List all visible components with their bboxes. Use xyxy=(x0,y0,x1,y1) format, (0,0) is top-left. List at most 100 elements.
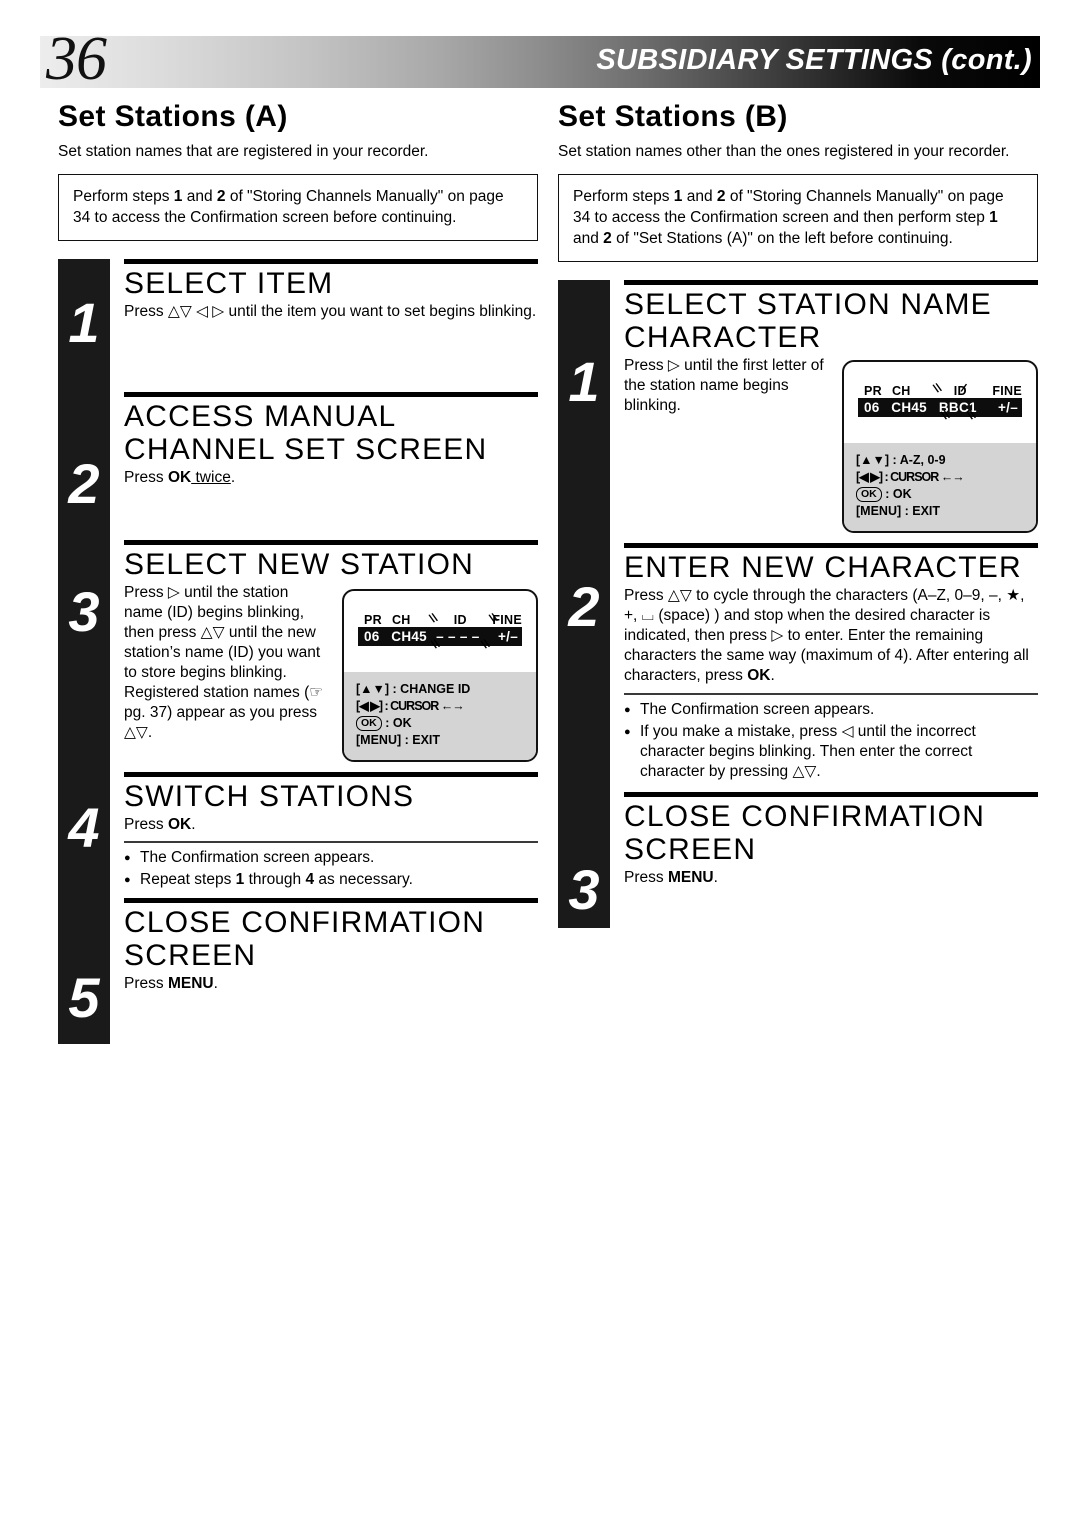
tv-screen-spacer-a xyxy=(344,646,536,672)
osd-col-pr: PR xyxy=(364,613,382,627)
period: . xyxy=(191,816,196,833)
note-text-part4: and xyxy=(573,230,604,247)
note-step-2: 2 xyxy=(716,188,726,205)
steps-list-a: 1 SELECT ITEM Press △▽ ◁ ▷ until the ite… xyxy=(68,259,538,1054)
step-heading-select-item: SELECT ITEM xyxy=(124,267,334,300)
sub-divider xyxy=(624,693,1038,695)
step-1-a: 1 SELECT ITEM Press △▽ ◁ ▷ until the ite… xyxy=(68,259,538,392)
period: . xyxy=(770,667,775,684)
step-heading-access-manual: ACCESS MANUAL CHANNEL SET SCREEN xyxy=(124,400,488,466)
key-legend-ok-text: : OK xyxy=(385,716,412,730)
ok-glyph-icon: OK xyxy=(856,487,882,502)
step3-paragraph-2-pre: Registered station names ( xyxy=(124,684,310,701)
document-page: 36 SUBSIDIARY SETTINGS (cont.) Set Stati… xyxy=(0,0,1080,1526)
osd-col-id: ID xyxy=(453,613,467,627)
tv-screen-figure-a: PR CH ID FINE 06 CH45 – – – – +/– \\ \\ … xyxy=(342,589,538,762)
step-2-b: 2 ENTER NEW CHARACTER Press △▽ to cycle … xyxy=(568,543,1038,782)
note-step-2: 2 xyxy=(216,188,226,205)
step-divider xyxy=(624,792,1038,797)
ok-button-label: OK xyxy=(167,816,192,833)
section-lede-b: Set station names other than the ones re… xyxy=(558,143,1010,160)
key-legend-ok: OK : OK xyxy=(356,715,524,732)
tv-key-legend-b: [▲▼] : A-Z, 0-9 [◀ ▶] : CURSOR ←→ OK : O… xyxy=(844,443,1036,531)
step-body-close-confirmation-b: Press MENU. xyxy=(624,868,1038,938)
osd-value-row-a: 06 CH45 – – – – +/– xyxy=(358,627,522,646)
press-label: Press xyxy=(124,975,168,992)
key-legend-menu: [MENU] : EXIT xyxy=(856,504,941,518)
bullet-confirmation: The Confirmation screen appears. xyxy=(124,848,538,868)
prerequisite-note-b: Perform steps 1 and 2 of "Storing Channe… xyxy=(558,174,1038,262)
bullet-confirmation: The Confirmation screen appears. xyxy=(624,700,1038,720)
osd-wrap-b: PR CH ID FINE 06 CH45 BBC1 +/– \\ / \\ \… xyxy=(858,380,1022,423)
bullet-repeat-step1: 1 xyxy=(235,871,245,888)
step3-paragraph-1: Press ▷ until the station name (ID) begi… xyxy=(124,584,321,681)
step-heading-enter-new-character: ENTER NEW CHARACTER xyxy=(624,551,1022,584)
step-heading-switch-stations: SWITCH STATIONS xyxy=(124,780,415,813)
key-legend-ok-text: : OK xyxy=(885,487,912,501)
tv-screen-top-a: PR CH ID FINE 06 CH45 – – – – +/– \\ \\ … xyxy=(344,591,536,672)
press-label: Press xyxy=(124,816,168,833)
key-legend-updown: [▲▼] : CHANGE ID xyxy=(356,682,471,696)
key-legend-leftright: [◀ ▶] : CURSOR ←→ xyxy=(856,470,965,484)
step-body-close-confirmation-a: Press MENU. xyxy=(124,974,538,1054)
step-3-a: 3 SELECT NEW STATION PR CH ID FINE 06 CH… xyxy=(68,540,538,772)
osd-val-ch: CH45 xyxy=(391,629,427,644)
tv-key-legend-a: [▲▼] : CHANGE ID [◀ ▶] : CURSOR ←→ OK : … xyxy=(344,672,536,760)
key-legend-updown: [▲▼] : A-Z, 0-9 xyxy=(856,453,946,467)
steps-container-a: 1 SELECT ITEM Press △▽ ◁ ▷ until the ite… xyxy=(58,259,538,1054)
bullet-repeat-step4: 4 xyxy=(305,871,315,888)
menu-button-label: MENU xyxy=(667,869,714,886)
tv-screen-spacer-b xyxy=(844,417,1036,443)
ok-button-label: OK xyxy=(167,469,192,486)
steps-container-b: 1 SELECT STATION NAME CHARACTER PR CH ID… xyxy=(558,280,1038,938)
sub-divider xyxy=(124,841,538,843)
steps-list-b: 1 SELECT STATION NAME CHARACTER PR CH ID… xyxy=(568,280,1038,938)
period: . xyxy=(213,975,218,992)
ok-glyph-icon: OK xyxy=(356,716,382,731)
osd-val-ch: CH45 xyxy=(891,400,927,415)
note-step-2b: 2 xyxy=(603,230,612,247)
step-heading-close-confirmation-a: CLOSE CONFIRMATION SCREEN xyxy=(124,906,486,972)
section-title-a: Set Stations (A) xyxy=(58,100,288,133)
column-set-stations-b: Set Stations (B) Set station names other… xyxy=(558,100,1038,938)
osd-val-id: – – – – xyxy=(436,629,480,644)
menu-button-label: MENU xyxy=(167,975,214,992)
step-3-b: 3 CLOSE CONFIRMATION SCREEN Press MENU. xyxy=(568,792,1038,938)
column-set-stations-a: Set Stations (A) Set station names that … xyxy=(58,100,538,1054)
step-2-a: 2 ACCESS MANUAL CHANNEL SET SCREEN Press… xyxy=(68,392,538,540)
step-divider xyxy=(124,540,538,545)
step-divider xyxy=(624,280,1038,285)
step-body-enter-new-character: Press △▽ to cycle through the characters… xyxy=(624,586,1038,686)
note-text-part2: and xyxy=(182,188,217,205)
note-text-part1: Perform steps xyxy=(573,188,674,205)
step-body-switch-stations: Press OK. xyxy=(124,815,538,835)
tv-screen-top-b: PR CH ID FINE 06 CH45 BBC1 +/– \\ / \\ \… xyxy=(844,362,1036,443)
pointing-hand-icon: ☞ xyxy=(309,684,324,701)
key-legend-leftright: [◀ ▶] : CURSOR ←→ xyxy=(356,699,465,713)
step-divider xyxy=(124,898,538,903)
tv-screen-figure-b: PR CH ID FINE 06 CH45 BBC1 +/– \\ / \\ \… xyxy=(842,360,1038,533)
osd-val-pr: 06 xyxy=(864,400,880,415)
osd-val-pr: 06 xyxy=(364,629,380,644)
step-body-access-manual: Press OK twice. xyxy=(124,468,538,540)
step-heading-close-confirmation-b: CLOSE CONFIRMATION SCREEN xyxy=(624,800,986,866)
step-4-bullets: The Confirmation screen appears. Repeat … xyxy=(124,848,538,890)
prerequisite-note-a: Perform steps 1 and 2 of "Storing Channe… xyxy=(58,174,538,241)
step-1-b: 1 SELECT STATION NAME CHARACTER PR CH ID… xyxy=(568,280,1038,543)
step-body-select-station-name-character: Press ▷ until the first letter of the st… xyxy=(624,357,824,414)
osd-col-fine: FINE xyxy=(992,384,1022,398)
press-label: Press xyxy=(124,469,168,486)
page-header: 36 SUBSIDIARY SETTINGS (cont.) xyxy=(40,28,1040,90)
note-step-1b: 1 xyxy=(989,209,998,226)
note-text-part5: of "Set Stations (A)" on the left before… xyxy=(611,230,953,247)
step-2-bullets: The Confirmation screen appears. If you … xyxy=(624,700,1038,782)
enter-character-instructions: Press △▽ to cycle through the characters… xyxy=(624,587,1029,684)
step-body-select-item: Press △▽ ◁ ▷ until the item you want to … xyxy=(124,303,537,320)
step-number-bar-a xyxy=(58,259,110,1044)
step3-paragraph-2-post: pg. 37) appear as you press △▽. xyxy=(124,704,318,741)
step-divider xyxy=(624,543,1038,548)
bullet-mistake: If you make a mistake, press ◁ until the… xyxy=(624,722,1038,782)
page-title: SUBSIDIARY SETTINGS (cont.) xyxy=(596,44,1032,76)
step-number-bar-b xyxy=(558,280,610,928)
step-body-select-new-station: Press ▷ until the station name (ID) begi… xyxy=(124,583,330,743)
